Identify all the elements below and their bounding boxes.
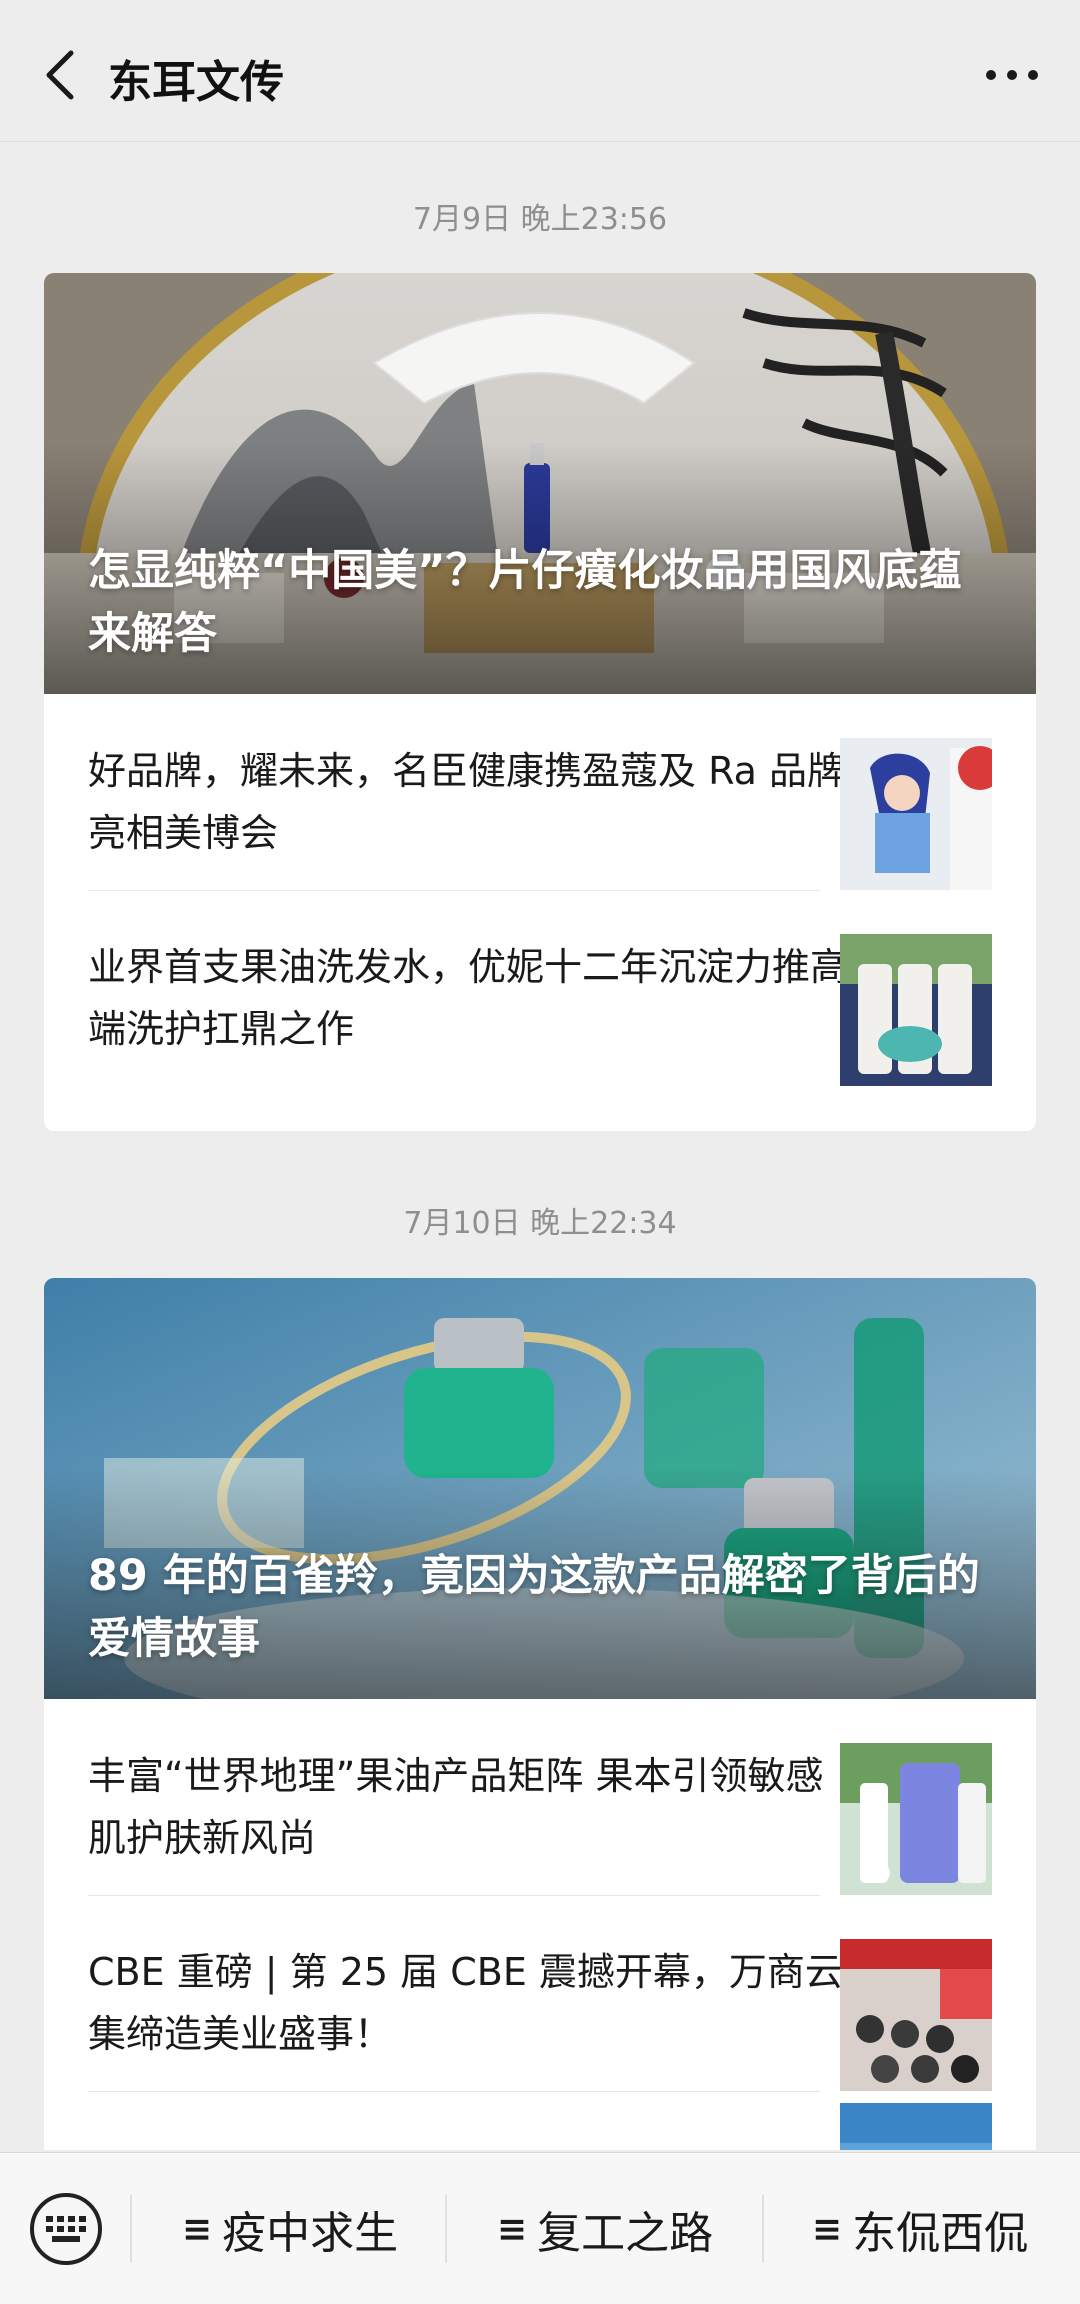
- timestamp: 7月10日 晚上22:34: [403, 1206, 677, 1241]
- article-thumbnail: [840, 934, 992, 1086]
- article-card: 怎显纯粹“中国美”？片仔癀化妆品用国风底蕴来解答 好品牌，耀未来，名臣健康携盈蔻…: [44, 273, 1036, 1131]
- menu-icon: ≡: [181, 2208, 213, 2250]
- article-thumbnail: [840, 1939, 992, 2091]
- menu-item-1[interactable]: ≡ 疫中求生: [135, 2193, 445, 2265]
- more-button[interactable]: [972, 40, 1052, 110]
- article-item[interactable]: 好品牌，耀未来，名臣健康携盈蔻及 Ra 品牌亮相美博会: [44, 694, 1036, 890]
- article-thumbnail: [840, 738, 992, 890]
- message-group: 7月10日 晚上22:34: [0, 1199, 1080, 1249]
- menu-icon: ≡: [811, 2208, 843, 2250]
- top-nav-bar: 东耳文传: [0, 0, 1080, 142]
- keyboard-icon: [46, 2216, 86, 2242]
- article-title: 丰富“世界地理”果油产品矩阵 果本引领敏感肌护肤新风尚: [88, 1754, 824, 1860]
- menu-separator: [445, 2195, 447, 2263]
- cover-article[interactable]: 怎显纯粹“中国美”？片仔癀化妆品用国风底蕴来解答: [44, 273, 1036, 694]
- timestamp: 7月9日 晚上23:56: [412, 202, 668, 237]
- article-item[interactable]: 丰富“世界地理”果油产品矩阵 果本引领敏感肌护肤新风尚: [44, 1699, 1036, 1895]
- back-button[interactable]: [30, 40, 90, 110]
- article-title: 业界首支果油洗发水，优妮十二年沉淀力推高端洗护扛鼎之作: [88, 945, 849, 1051]
- menu-item-2[interactable]: ≡ 复工之路: [450, 2193, 760, 2265]
- menu-label: 东侃西侃: [852, 2208, 1029, 2259]
- menu-separator: [762, 2195, 764, 2263]
- article-card: 89 年的百雀羚，竟因为这款产品解密了背后的爱情故事 丰富“世界地理”果油产品矩…: [44, 1278, 1036, 2150]
- menu-label: 疫中求生: [222, 2208, 399, 2259]
- article-title: 好品牌，耀未来，名臣健康携盈蔻及 Ra 品牌亮相美博会: [88, 749, 846, 855]
- menu-separator: [130, 2195, 132, 2263]
- menu-label: 复工之路: [537, 2208, 714, 2259]
- more-dots-icon: [986, 70, 1038, 80]
- message-feed[interactable]: 7月9日 晚上23:56 怎显纯粹“中国美”？片仔癀化妆品用国风底蕴来解答 好品…: [0, 143, 1080, 2150]
- cover-article[interactable]: 89 年的百雀羚，竟因为这款产品解密了背后的爱情故事: [44, 1278, 1036, 1699]
- article-item[interactable]: CBE 重磅 | 第 25 届 CBE 震撼开幕，万商云集缔造美业盛事！: [44, 1895, 1036, 2091]
- article-item[interactable]: 业界首支果油洗发水，优妮十二年沉淀力推高端洗护扛鼎之作: [44, 890, 1036, 1086]
- cover-title: 怎显纯粹“中国美”？片仔癀化妆品用国风底蕴来解答: [88, 546, 962, 659]
- article-item-partial[interactable]: [44, 2091, 1036, 2150]
- article-thumbnail: [840, 1743, 992, 1895]
- menu-item-3[interactable]: ≡ 东侃西侃: [765, 2193, 1075, 2265]
- article-title: CBE 重磅 | 第 25 届 CBE 震撼开幕，万商云集缔造美业盛事！: [88, 1950, 843, 2056]
- menu-icon: ≡: [496, 2208, 528, 2250]
- message-group: 7月9日 晚上23:56: [0, 195, 1080, 245]
- chevron-left-icon: [46, 50, 74, 100]
- article-thumbnail: [840, 2103, 992, 2150]
- bottom-menu-bar: ≡ 疫中求生 ≡ 复工之路 ≡ 东侃西侃: [0, 2152, 1080, 2304]
- keyboard-toggle-button[interactable]: [30, 2193, 102, 2265]
- page-title: 东耳文传: [108, 57, 284, 108]
- cover-title: 89 年的百雀羚，竟因为这款产品解密了背后的爱情故事: [88, 1551, 980, 1664]
